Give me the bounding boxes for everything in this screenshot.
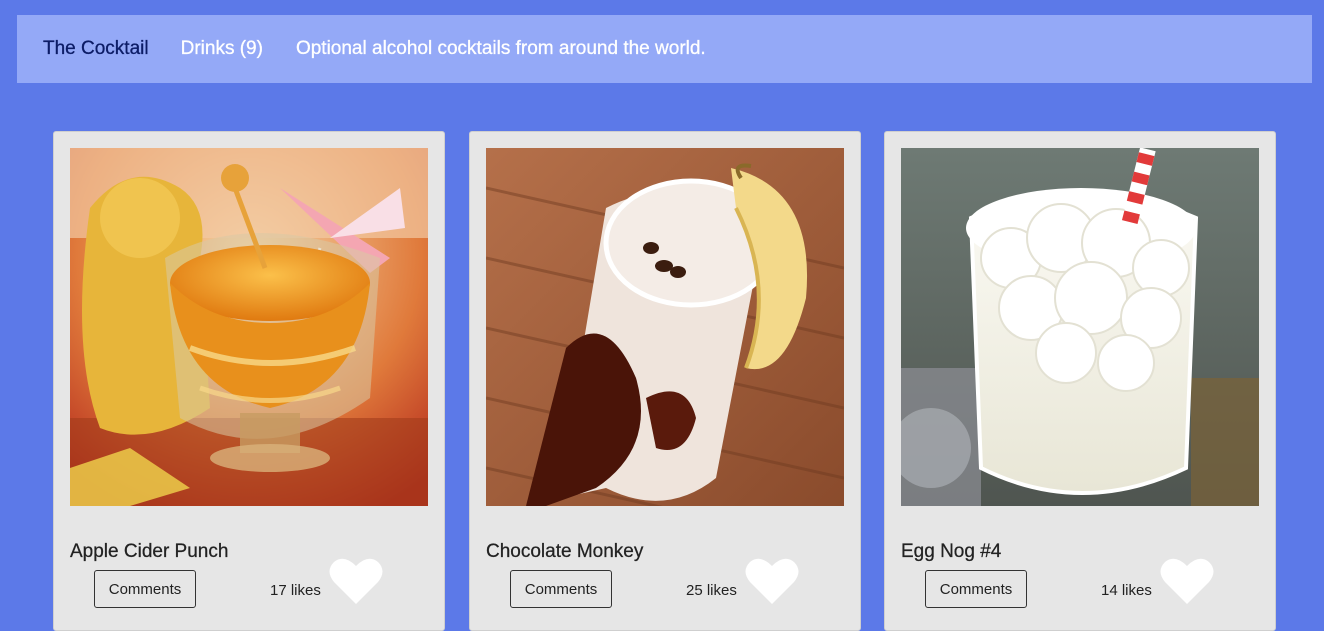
tagline: Optional alcohol cocktails from around t… <box>295 38 706 59</box>
drink-title: Egg Nog #4 <box>901 541 1002 562</box>
drink-card: Apple Cider Punch Comments 17 likes <box>53 131 445 631</box>
comments-button[interactable]: Comments <box>510 570 612 608</box>
heart-icon[interactable] <box>329 556 383 606</box>
comments-button[interactable]: Comments <box>94 570 196 608</box>
likes-count: 14 likes <box>1101 582 1152 599</box>
drink-title: Apple Cider Punch <box>70 541 229 562</box>
likes-count: 17 likes <box>270 582 321 599</box>
cocktail-photo-egg-nog[interactable] <box>901 148 1259 506</box>
cocktail-photo-apple-cider-punch[interactable] <box>70 148 428 506</box>
heart-icon[interactable] <box>745 556 799 606</box>
top-navbar: The Cocktail Drinks (9) Optional alcohol… <box>17 15 1312 83</box>
drink-card: Egg Nog #4 Comments 14 likes <box>884 131 1276 631</box>
likes-count: 25 likes <box>686 582 737 599</box>
drink-card: Chocolate Monkey Comments 25 likes <box>469 131 861 631</box>
cocktail-photo-chocolate-monkey[interactable] <box>486 148 844 506</box>
drink-title: Chocolate Monkey <box>486 541 644 562</box>
drinks-link[interactable]: Drinks (9) <box>180 38 263 60</box>
heart-icon[interactable] <box>1160 556 1214 606</box>
comments-button[interactable]: Comments <box>925 570 1027 608</box>
brand-link[interactable]: The Cocktail <box>43 38 149 60</box>
